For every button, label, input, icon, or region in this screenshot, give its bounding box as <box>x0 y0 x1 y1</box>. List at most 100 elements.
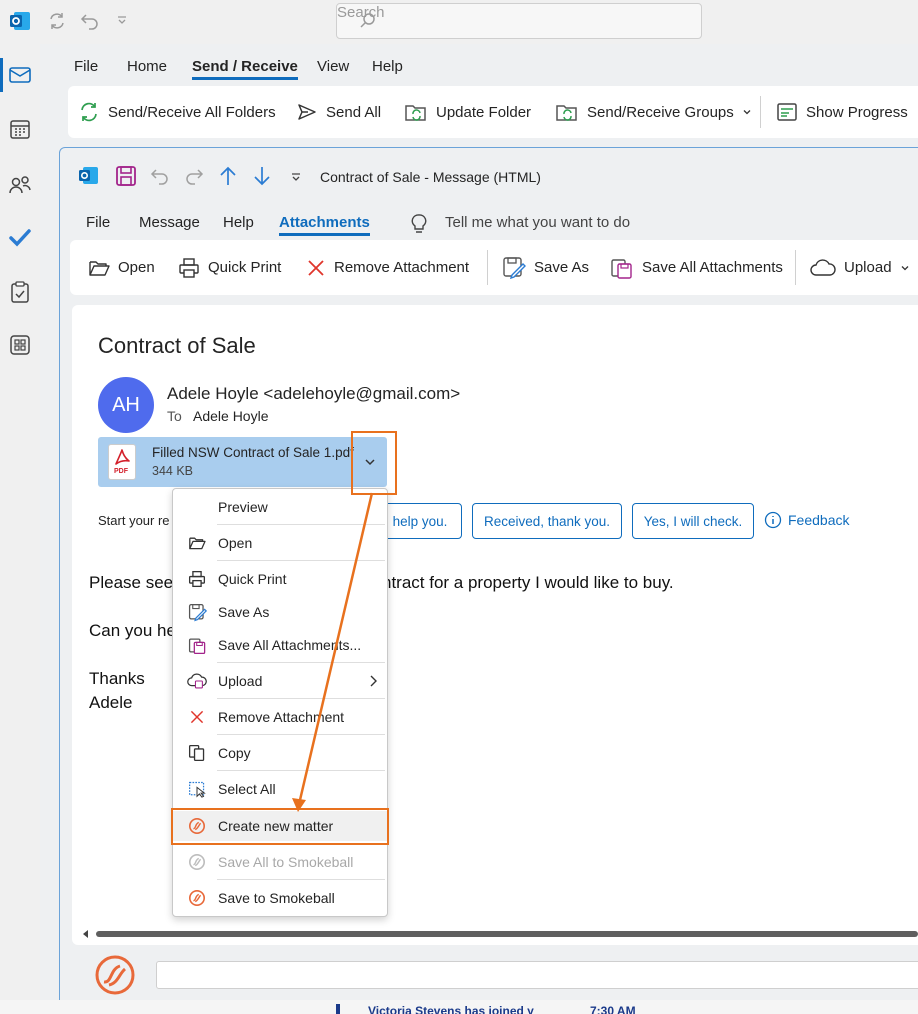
menu-item-save-as[interactable]: Save As <box>173 597 387 627</box>
msg-tab-message[interactable]: Message <box>139 214 200 231</box>
menu-item-label: Preview <box>218 499 268 515</box>
tab-view[interactable]: View <box>317 58 349 75</box>
message-window-title: Contract of Sale - Message (HTML) <box>320 169 541 185</box>
avatar-initials: AH <box>112 393 140 416</box>
calendar-icon[interactable] <box>7 116 33 142</box>
horizontal-scrollbar[interactable] <box>82 928 918 940</box>
remove-x-icon <box>187 707 207 727</box>
send-receive-ribbon: Send/Receive All Folders Send All Update… <box>68 86 918 138</box>
to-label: To <box>167 408 182 424</box>
cloud-upload-icon <box>810 258 836 276</box>
send-all-label: Send All <box>326 103 382 121</box>
menu-item-select-all[interactable]: Select All <box>173 774 387 804</box>
sync-green-icon <box>81 102 97 122</box>
remove-attachment-button[interactable]: Remove Attachment <box>306 240 469 295</box>
tab-help[interactable]: Help <box>372 58 403 75</box>
suggested-reply-2[interactable]: Received, thank you. <box>472 503 622 539</box>
suggested-reply-3[interactable]: Yes, I will check. <box>632 503 754 539</box>
customize-toolbar-icon[interactable] <box>116 14 128 26</box>
email-body-line-1b: ntract for a property I would like to bu… <box>382 573 674 592</box>
printer-icon <box>187 569 207 589</box>
search-input[interactable]: Search <box>336 3 702 39</box>
menu-item-open[interactable]: Open <box>173 528 387 558</box>
folder-groups-icon <box>556 105 577 121</box>
suggested-reply-3-label: Yes, I will check. <box>643 513 743 529</box>
feedback-label: Feedback <box>788 512 850 528</box>
add-in-input[interactable] <box>156 961 918 989</box>
show-progress-button[interactable]: Show Progress <box>776 86 908 138</box>
scroll-left-arrow-icon[interactable] <box>82 930 90 938</box>
feedback-link[interactable]: Feedback <box>764 511 849 529</box>
redo-icon[interactable] <box>184 166 204 186</box>
ribbon-divider <box>760 96 761 128</box>
suggested-reply-1-label: help you. <box>392 513 448 529</box>
quick-print-button[interactable]: Quick Print <box>178 240 281 295</box>
tasks-clipboard-icon[interactable] <box>7 279 33 305</box>
menu-item-remove-attachment[interactable]: Remove Attachment <box>173 702 387 732</box>
title-bar: Search <box>0 0 918 44</box>
show-progress-label: Show Progress <box>806 103 908 121</box>
sender-address[interactable]: Adele Hoyle <adelehoyle@gmail.com> <box>167 384 460 404</box>
menu-separator <box>217 734 385 735</box>
save-as-icon <box>503 256 526 279</box>
chevron-down-icon <box>743 110 751 115</box>
open-button[interactable]: Open <box>88 240 155 295</box>
update-folder-button[interactable]: Update Folder <box>404 86 531 138</box>
undo-icon[interactable] <box>150 166 170 186</box>
menu-item-label: Remove Attachment <box>218 709 345 725</box>
send-receive-groups-button[interactable]: Send/Receive Groups <box>555 86 752 138</box>
menu-item-copy[interactable]: Copy <box>173 738 387 768</box>
save-all-attachments-button[interactable]: Save All Attachments <box>610 240 783 295</box>
save-as-button[interactable]: Save As <box>502 240 589 295</box>
customize-toolbar-icon[interactable] <box>290 171 302 183</box>
save-all-attachments-label: Save All Attachments <box>642 259 783 276</box>
quick-print-label: Quick Print <box>208 259 282 276</box>
annotation-highlight-dropdown <box>351 431 397 495</box>
sync-icon[interactable] <box>47 11 67 31</box>
upload-button[interactable]: Upload <box>810 240 910 295</box>
attachment-card[interactable]: PDF Filled NSW Contract of Sale 1.pdf 34… <box>98 437 387 487</box>
menu-item-label: Quick Print <box>218 571 287 587</box>
menu-item-save-all-attachments[interactable]: Save All Attachments... <box>173 630 387 660</box>
recipient-name[interactable]: Adele Hoyle <box>193 408 269 424</box>
menu-item-preview[interactable]: Preview <box>173 492 387 522</box>
scrollbar-thumb[interactable] <box>96 931 918 937</box>
save-as-label: Save As <box>534 259 590 276</box>
tab-home[interactable]: Home <box>127 58 167 75</box>
mail-icon[interactable] <box>7 62 33 88</box>
update-folder-label: Update Folder <box>436 103 532 121</box>
chevron-down-icon <box>901 265 909 270</box>
send-receive-all-folders-button[interactable]: Send/Receive All Folders <box>78 86 276 138</box>
menu-item-save-all-to-smokeball: Save All to Smokeball <box>173 847 387 877</box>
tell-me-search[interactable]: Tell me what you want to do <box>445 214 630 231</box>
tab-file[interactable]: File <box>74 58 98 75</box>
previous-item-arrow-up-icon[interactable] <box>218 165 238 187</box>
suggested-reply-1[interactable]: help you. <box>378 503 462 539</box>
send-all-button[interactable]: Send All <box>296 86 381 138</box>
smokeball-logo-icon[interactable] <box>92 954 138 996</box>
attachments-ribbon: Open Quick Print Remove Attachment Save … <box>70 240 918 295</box>
menu-item-upload[interactable]: Upload <box>173 666 387 696</box>
msg-tab-help[interactable]: Help <box>223 214 254 231</box>
background-notification-time: 7:30 AM <box>590 1004 636 1014</box>
undo-icon[interactable] <box>80 11 100 31</box>
next-item-arrow-down-icon[interactable] <box>252 165 272 187</box>
attachment-size: 344 KB <box>152 464 194 478</box>
select-all-icon <box>187 779 207 799</box>
avatar[interactable]: AH <box>98 377 154 433</box>
menu-item-label: Save As <box>218 604 270 620</box>
menu-item-quick-print[interactable]: Quick Print <box>173 564 387 594</box>
menu-item-save-to-smokeball[interactable]: Save to Smokeball <box>173 883 387 913</box>
people-icon[interactable] <box>7 172 33 198</box>
todo-check-icon[interactable] <box>7 224 33 250</box>
folder-sync-icon <box>405 105 426 121</box>
msg-tab-file[interactable]: File <box>86 214 110 231</box>
save-all-icon <box>611 258 632 279</box>
menu-separator <box>217 662 385 663</box>
suggested-reply-2-label: Received, thank you. <box>483 513 611 529</box>
tab-send-receive[interactable]: Send / Receive <box>192 58 298 80</box>
save-disk-icon[interactable] <box>115 165 137 187</box>
apps-grid-icon[interactable] <box>7 332 33 358</box>
menu-separator <box>217 524 385 525</box>
msg-tab-attachments[interactable]: Attachments <box>279 214 370 236</box>
